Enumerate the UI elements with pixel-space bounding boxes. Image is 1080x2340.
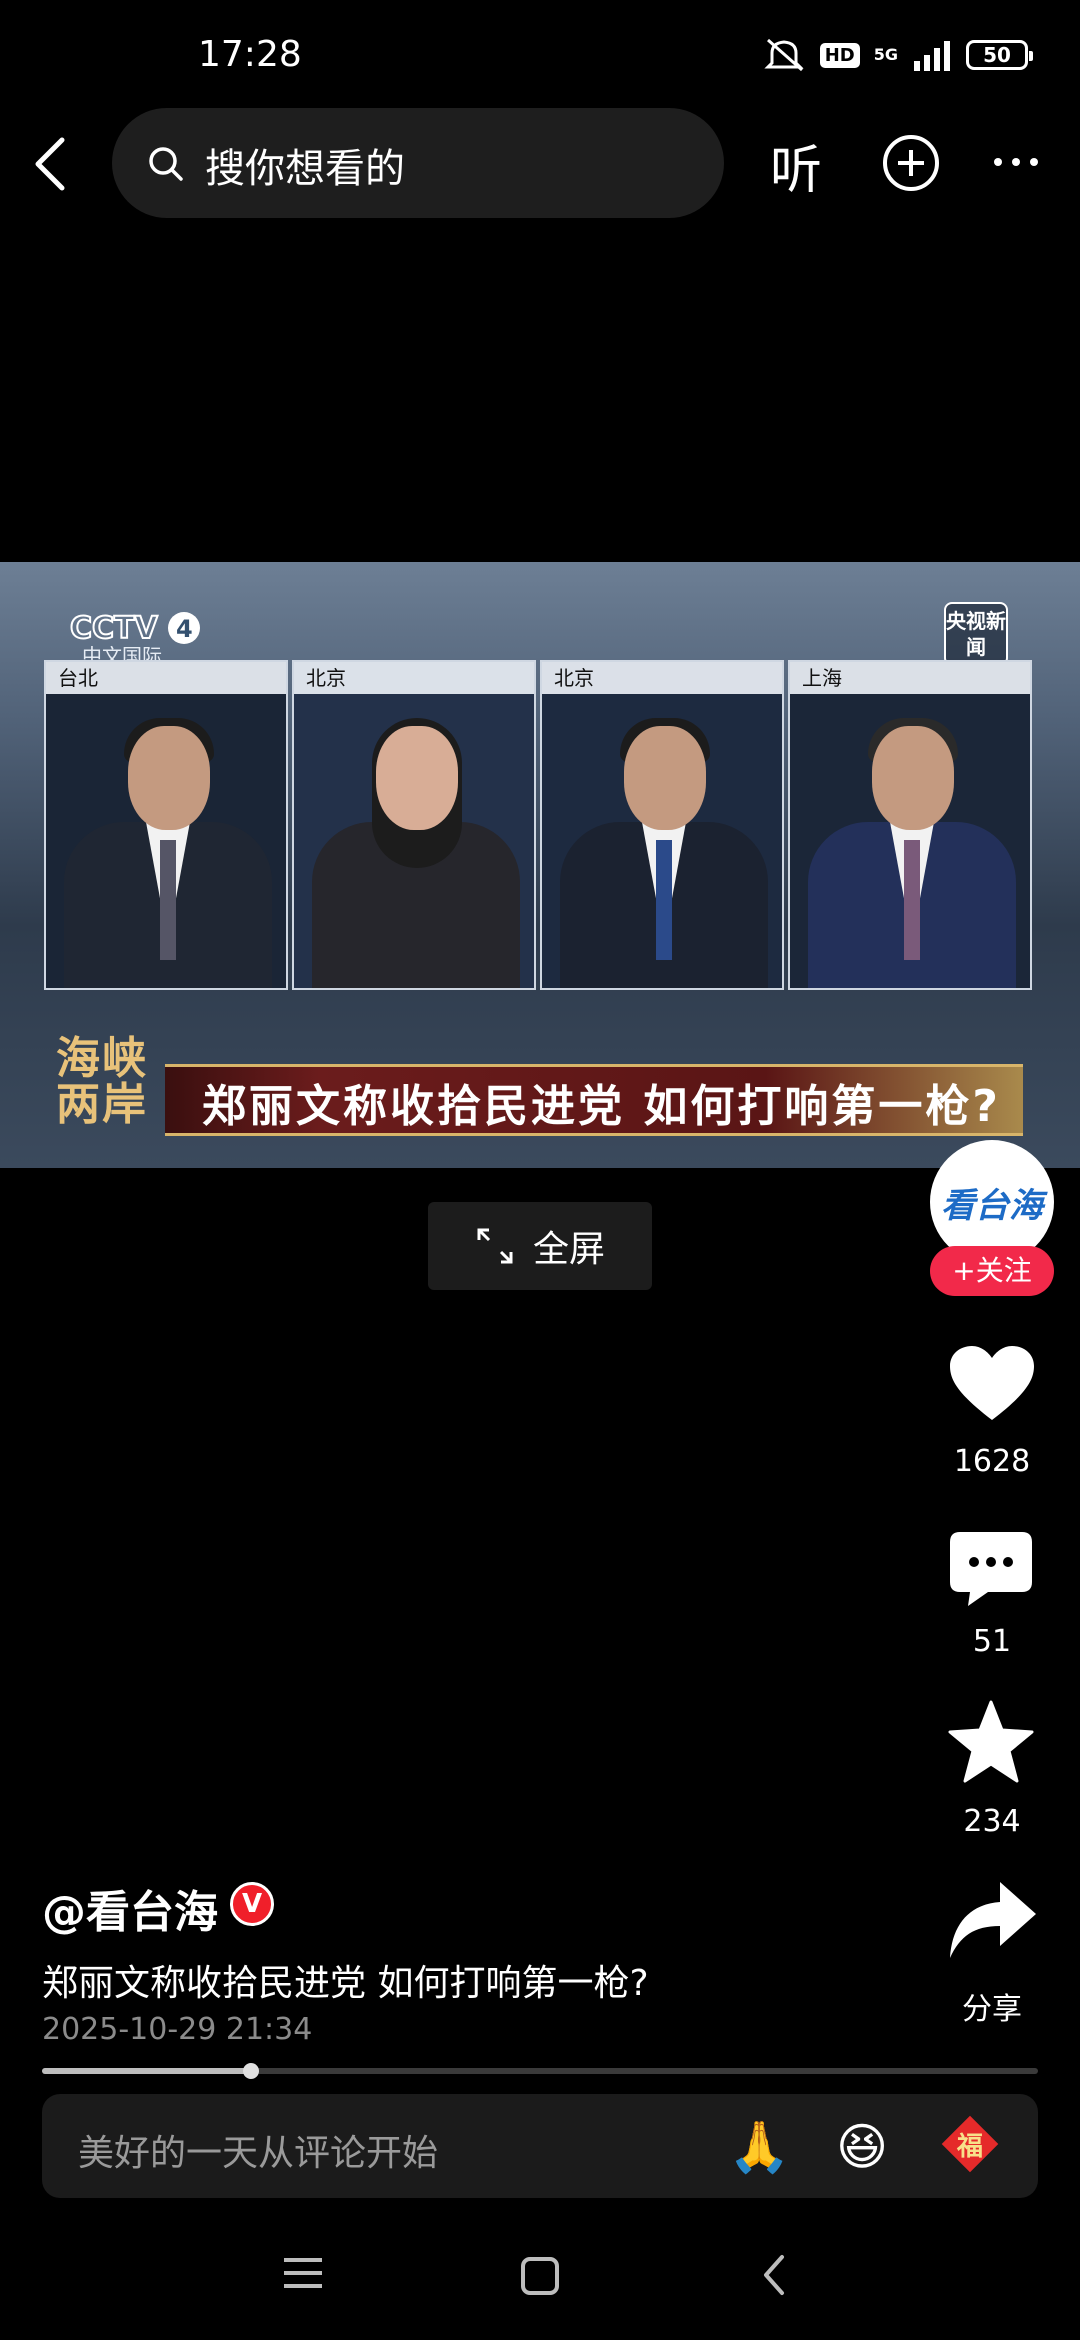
fu-emoji-button[interactable]: 福 (941, 2115, 999, 2173)
search-placeholder[interactable]: 搜你想看的 (205, 136, 405, 194)
search-icon (149, 147, 183, 181)
video-panel: 北京 (292, 660, 536, 990)
panel-location: 上海 (790, 662, 1030, 694)
svg-text:4: 4 (176, 615, 193, 643)
hd-badge: HD (819, 42, 860, 68)
comment-icon[interactable] (948, 1530, 1034, 1608)
favorite-count: 234 (963, 1804, 1021, 1839)
search-box[interactable] (112, 108, 724, 218)
home-button[interactable] (520, 2256, 560, 2296)
video-panel: 北京 (540, 660, 784, 990)
fullscreen-icon (477, 1228, 513, 1264)
heart-icon[interactable] (948, 1344, 1036, 1424)
laugh-emoji-button[interactable]: 😆 (836, 2118, 888, 2176)
comment-placeholder[interactable]: 美好的一天从评论开始 (78, 2124, 438, 2176)
star-icon[interactable] (948, 1700, 1034, 1784)
like-count: 1628 (953, 1444, 1031, 1479)
headline-text: 郑丽文称收拾民进党 如何打响第一枪? (202, 1081, 1001, 1132)
video-panel: 上海 (788, 660, 1032, 990)
panel-location: 台北 (46, 662, 286, 694)
fu-emoji-label: 福 (956, 2132, 983, 2162)
progress-fill (42, 2068, 251, 2074)
listen-button[interactable]: 听 (770, 128, 822, 203)
comment-count: 51 (972, 1624, 1012, 1659)
program-logo: 海峡两岸 (56, 1033, 148, 1130)
add-icon[interactable] (882, 134, 940, 192)
video-panel: 台北 (44, 660, 288, 990)
progress-thumb[interactable] (243, 2063, 259, 2079)
panel-location: 北京 (542, 662, 782, 694)
battery-icon: 50 (966, 40, 1033, 70)
avatar-text: 看台海 (941, 1185, 1043, 1226)
news-logo: 央视新闻 (944, 602, 1008, 666)
status-time: 17:28 (198, 34, 302, 75)
network-label: 5G (873, 45, 898, 64)
share-icon[interactable] (948, 1880, 1038, 1960)
video-title: 郑丽文称收拾民进党 如何打响第一枪? (42, 1963, 649, 2004)
post-date: 2025-10-29 21:34 (42, 2012, 313, 2047)
fullscreen-label: 全屏 (532, 1229, 605, 1270)
recent-apps-button[interactable] (284, 2256, 322, 2290)
more-icon[interactable] (992, 150, 1040, 174)
share-label: 分享 (962, 1992, 1022, 2027)
author-handle[interactable]: @看台海 (42, 1876, 218, 1940)
status-icons: HD 5G 50 (764, 34, 1033, 76)
mute-icon (764, 38, 804, 72)
verified-badge: V (230, 1882, 274, 1926)
signal-icon (914, 41, 950, 71)
pray-emoji-button[interactable]: 🙏 (728, 2118, 790, 2177)
follow-button[interactable]: +关注 (930, 1246, 1054, 1296)
panel-location: 北京 (294, 662, 534, 694)
back-button[interactable] (24, 134, 84, 194)
fullscreen-button[interactable]: 全屏 (428, 1202, 652, 1290)
system-back-button[interactable] (762, 2254, 786, 2296)
